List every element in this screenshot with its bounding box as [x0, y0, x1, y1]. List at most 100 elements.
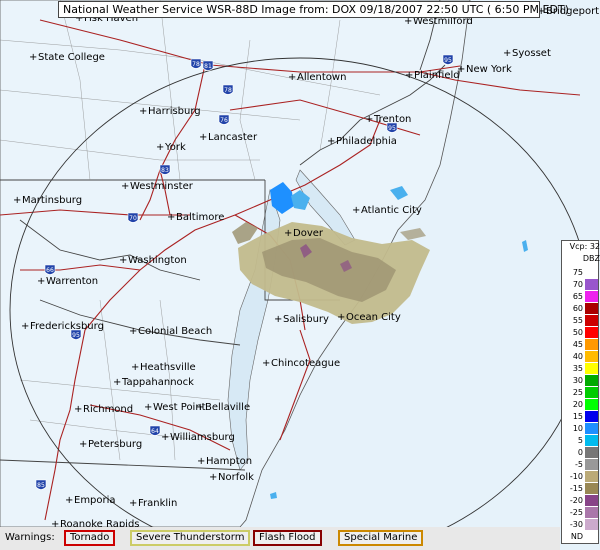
city-label: Colonial Beach: [138, 326, 212, 337]
legend-vcp: Vcp: 32: [569, 242, 600, 251]
legend-swatch: [585, 495, 598, 506]
city-marker: +: [405, 70, 413, 81]
legend-swatch: [585, 507, 598, 518]
city-label: York: [164, 142, 186, 153]
city-marker: +: [365, 114, 373, 125]
flash-flood-warning-button[interactable]: Flash Flood: [253, 530, 322, 546]
reflectivity-legend: Vcp: 32 DBZ 75 70 65 60 55 50 45 40 35 30 25 20 15 10…: [561, 240, 600, 544]
city-marker: +: [167, 212, 175, 223]
city-marker: +: [199, 132, 207, 143]
legend-swatch: [585, 399, 598, 410]
legend-row: -15: [562, 483, 600, 494]
legend-label: 30: [572, 376, 583, 385]
city-label: Lancaster: [208, 132, 258, 143]
legend-swatch: [585, 519, 598, 530]
legend-swatch: [585, 303, 598, 314]
legend-row: 25: [562, 387, 600, 398]
city-label: Baltimore: [176, 212, 224, 223]
radar-map[interactable]: 817876958370669564859578 + Fisk Haven + Wes…: [0, 0, 600, 550]
legend-swatch: [585, 459, 598, 470]
city-marker: +: [119, 255, 127, 266]
city-label: Warrenton: [46, 276, 98, 287]
legend-row: 45: [562, 339, 600, 350]
legend-label: 70: [572, 280, 583, 289]
legend-row: -25: [562, 507, 600, 518]
legend-row: 5: [562, 435, 600, 446]
city-marker: +: [129, 326, 137, 337]
legend-swatch: [585, 339, 598, 350]
city-marker: +: [209, 472, 217, 483]
city-marker: +: [284, 228, 292, 239]
city-marker: +: [196, 402, 204, 413]
city-label: Trenton: [373, 114, 411, 125]
legend-swatch: [585, 315, 598, 326]
city-marker: +: [288, 72, 296, 83]
city-label: Emporia: [74, 495, 116, 506]
legend-label: ND: [570, 532, 583, 541]
legend-row: -20: [562, 495, 600, 506]
city-marker: +: [161, 432, 169, 443]
city-marker: +: [79, 439, 87, 450]
city-label: Dover: [293, 228, 324, 239]
city-label: Ocean City: [346, 312, 401, 323]
interstate-number: 95: [444, 57, 452, 64]
legend-swatch: [585, 279, 598, 290]
legend-row: 20: [562, 399, 600, 410]
city-marker: +: [129, 498, 137, 509]
legend-swatch: [585, 483, 598, 494]
radar-title-bar: National Weather Service WSR-88D Image f…: [58, 1, 569, 18]
legend-row: -10: [562, 471, 600, 482]
legend-label: -20: [569, 496, 583, 505]
interstate-number: 81: [204, 63, 212, 70]
legend-row: ND: [562, 531, 600, 542]
legend-row: 0: [562, 447, 600, 458]
city-marker: +: [13, 195, 21, 206]
city-marker: +: [274, 314, 282, 325]
legend-row: 55: [562, 315, 600, 326]
city-label: Plainfield: [414, 70, 460, 81]
interstate-number: 95: [72, 332, 80, 339]
legend-label: -15: [569, 484, 583, 493]
city-label: Norfolk: [218, 472, 254, 483]
legend-swatch: [585, 447, 598, 458]
city-label: Tappahannock: [121, 377, 194, 388]
city-label: Harrisburg: [148, 106, 201, 117]
legend-swatch: [585, 327, 598, 338]
interstate-number: 95: [388, 125, 396, 132]
legend-label: -25: [569, 508, 583, 517]
city-marker: +: [131, 362, 139, 373]
tornado-warning-button[interactable]: Tornado: [64, 530, 116, 546]
legend-label: 45: [572, 340, 583, 349]
legend-swatch: [585, 387, 598, 398]
city-marker: +: [503, 48, 511, 59]
legend-label: -30: [569, 520, 583, 529]
legend-label: 55: [572, 316, 583, 325]
legend-row: 15: [562, 411, 600, 422]
city-marker: +: [113, 377, 121, 388]
legend-units: DBZ: [582, 254, 600, 263]
city-label: Allentown: [297, 72, 346, 83]
city-label: Hampton: [206, 456, 252, 467]
city-label: Petersburg: [88, 439, 142, 450]
city-marker: +: [144, 402, 152, 413]
city-marker: +: [29, 52, 37, 63]
legend-row: -30: [562, 519, 600, 530]
legend-label: 0: [577, 448, 583, 457]
legend-swatch: [585, 471, 598, 482]
special-marine-warning-button[interactable]: Special Marine: [338, 530, 424, 546]
legend-swatch: [585, 267, 598, 278]
interstate-number: 76: [220, 117, 228, 124]
city-marker: +: [327, 136, 335, 147]
severe-thunderstorm-warning-button[interactable]: Severe Thunderstorm: [130, 530, 251, 546]
interstate-number: 85: [37, 482, 45, 489]
legend-row: 70: [562, 279, 600, 290]
city-marker: +: [156, 142, 164, 153]
legend-label: -10: [569, 472, 583, 481]
city-label: Salisbury: [283, 314, 329, 325]
legend-row: 75: [562, 267, 600, 278]
city-marker: +: [21, 321, 29, 332]
legend-row: 40: [562, 351, 600, 362]
city-label: New York: [466, 64, 512, 75]
city-label: Chincoteague: [271, 358, 340, 369]
radar-viewer: 81 78 76 95 83 70 66 95 64 85 95 78 + Fisk Haven + Wes…: [0, 0, 600, 550]
